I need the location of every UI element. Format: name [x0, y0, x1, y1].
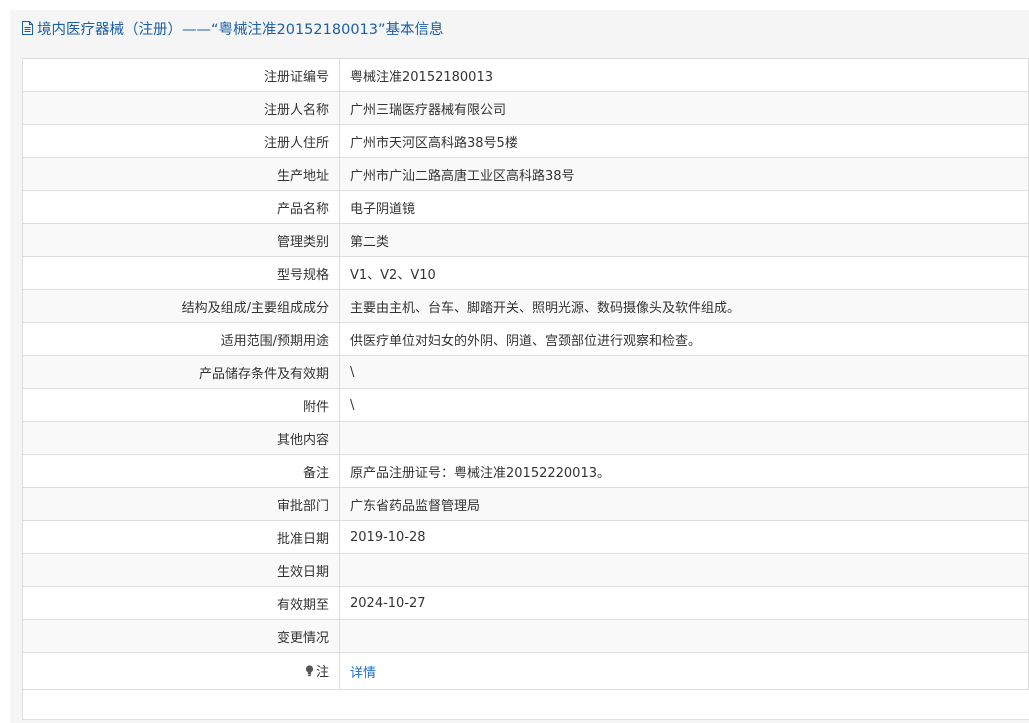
table-row: 批准日期 2019-10-28	[22, 520, 1029, 554]
field-label: 型号规格	[22, 256, 340, 290]
field-value: 粤械注准20152180013	[339, 58, 1029, 92]
field-value: 原产品注册证号：粤械注准20152220013。	[339, 454, 1029, 488]
table-row: 其他内容	[22, 421, 1029, 455]
field-value: 广州三瑞医疗器械有限公司	[339, 91, 1029, 125]
field-value: \	[339, 355, 1029, 389]
table-row: 备注 原产品注册证号：粤械注准20152220013。	[22, 454, 1029, 488]
table-row: 审批部门 广东省药品监督管理局	[22, 487, 1029, 521]
field-value: 广东省药品监督管理局	[339, 487, 1029, 521]
field-value: \	[339, 388, 1029, 422]
field-label: 结构及组成/主要组成成分	[22, 289, 340, 323]
detail-link[interactable]: 详情	[350, 666, 376, 681]
table-row: 有效期至 2024-10-27	[22, 586, 1029, 620]
field-label: 产品名称	[22, 190, 340, 224]
table-row: 产品名称 电子阴道镜	[22, 190, 1029, 224]
table-row: 适用范围/预期用途 供医疗单位对妇女的外阴、阴道、宫颈部位进行观察和检查。	[22, 322, 1029, 356]
field-label: 注册证编号	[22, 58, 340, 92]
field-label: 其他内容	[22, 421, 340, 455]
table-row: 管理类别 第二类	[22, 223, 1029, 257]
document-icon	[22, 21, 33, 35]
field-label: 有效期至	[22, 586, 340, 620]
table-row: 附件 \	[22, 388, 1029, 422]
table-row: 注册证编号 粤械注准20152180013	[22, 58, 1029, 92]
panel-header: 境内医疗器械（注册）——“粤械注准20152180013”基本信息	[10, 10, 1029, 46]
field-value	[339, 553, 1029, 587]
field-label: 管理类别	[22, 223, 340, 257]
field-value	[339, 619, 1029, 653]
field-label: 注册人住所	[22, 124, 340, 158]
info-panel: 境内医疗器械（注册）——“粤械注准20152180013”基本信息 注册证编号 …	[10, 10, 1029, 723]
field-value: 主要由主机、台车、脚踏开关、照明光源、数码摄像头及软件组成。	[339, 289, 1029, 323]
lightbulb-icon	[305, 665, 314, 676]
field-label: 批准日期	[22, 520, 340, 554]
field-value: 电子阴道镜	[339, 190, 1029, 224]
field-label: 生产地址	[22, 157, 340, 191]
table-row: 生效日期	[22, 553, 1029, 587]
table-row: 结构及组成/主要组成成分 主要由主机、台车、脚踏开关、照明光源、数码摄像头及软件…	[22, 289, 1029, 323]
field-label: 审批部门	[22, 487, 340, 521]
field-label: 生效日期	[22, 553, 340, 587]
field-value-note: 详情	[339, 652, 1029, 690]
field-label: 附件	[22, 388, 340, 422]
field-label: 适用范围/预期用途	[22, 322, 340, 356]
field-label: 变更情况	[22, 619, 340, 653]
field-label: 注册人名称	[22, 91, 340, 125]
field-value: V1、V2、V10	[339, 256, 1029, 290]
field-value: 2019-10-28	[339, 520, 1029, 554]
field-label: 备注	[22, 454, 340, 488]
field-label-note: 注	[22, 652, 340, 690]
field-label: 产品储存条件及有效期	[22, 355, 340, 389]
field-value: 广州市天河区高科路38号5楼	[339, 124, 1029, 158]
panel-title: 境内医疗器械（注册）——“粤械注准20152180013”基本信息	[37, 21, 444, 38]
table-row-note: 注 详情	[22, 652, 1029, 690]
info-table: 注册证编号 粤械注准20152180013 注册人名称 广州三瑞医疗器械有限公司…	[22, 58, 1029, 690]
field-value	[339, 421, 1029, 455]
table-row: 生产地址 广州市广汕二路高唐工业区高科路38号	[22, 157, 1029, 191]
field-value: 广州市广汕二路高唐工业区高科路38号	[339, 157, 1029, 191]
panel-body: 注册证编号 粤械注准20152180013 注册人名称 广州三瑞医疗器械有限公司…	[22, 58, 1029, 720]
note-label-text: 注	[315, 665, 329, 681]
table-row: 型号规格 V1、V2、V10	[22, 256, 1029, 290]
table-row: 注册人住所 广州市天河区高科路38号5楼	[22, 124, 1029, 158]
field-value: 第二类	[339, 223, 1029, 257]
table-row: 变更情况	[22, 619, 1029, 653]
table-row: 注册人名称 广州三瑞医疗器械有限公司	[22, 91, 1029, 125]
field-value: 供医疗单位对妇女的外阴、阴道、宫颈部位进行观察和检查。	[339, 322, 1029, 356]
table-row: 产品储存条件及有效期 \	[22, 355, 1029, 389]
field-value: 2024-10-27	[339, 586, 1029, 620]
